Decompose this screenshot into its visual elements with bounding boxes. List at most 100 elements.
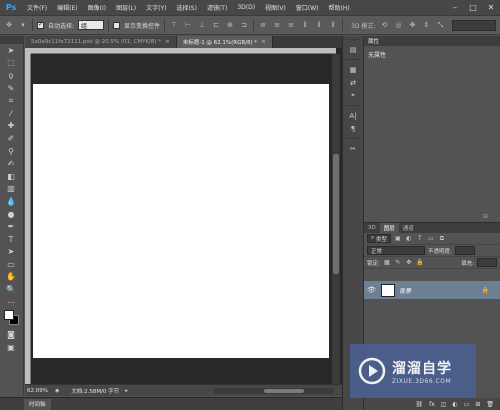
- quick-mask-icon[interactable]: ◙: [0, 328, 22, 341]
- align-top-icon[interactable]: ⊤: [169, 20, 179, 30]
- distribute-top-icon[interactable]: ≡: [258, 20, 268, 30]
- brush-tool-icon[interactable]: ✐: [0, 132, 22, 145]
- clone-stamp-tool-icon[interactable]: ⚲: [0, 145, 22, 158]
- tab-timeline[interactable]: 时间轴: [24, 398, 51, 410]
- character-panel-icon[interactable]: A|: [343, 109, 363, 122]
- distribute-bottom-icon[interactable]: ≡: [286, 20, 296, 30]
- maximize-button[interactable]: □: [464, 0, 482, 16]
- distribute-left-icon[interactable]: ⦀: [300, 20, 310, 30]
- healing-brush-tool-icon[interactable]: ✚: [0, 120, 22, 133]
- tab-3d[interactable]: 3D: [364, 223, 380, 233]
- scrollbar-thumb[interactable]: [333, 154, 339, 274]
- align-right-icon[interactable]: ⊐: [239, 20, 249, 30]
- filter-pixel-icon[interactable]: ▣: [394, 235, 402, 243]
- history-panel-icon[interactable]: ▤: [343, 43, 363, 56]
- menu-3d[interactable]: 3D(D): [232, 4, 260, 11]
- tab-document-1[interactable]: 5a0a9c11fe72111.psd @ 20.5% (01, CMYK/8)…: [25, 36, 177, 48]
- quick-select-tool-icon[interactable]: ✎: [0, 82, 22, 95]
- more-tools-icon[interactable]: ⋯: [0, 296, 22, 309]
- zoom-level[interactable]: 62.09%: [27, 388, 49, 394]
- scrollbar-thumb[interactable]: [264, 388, 304, 393]
- lock-position-icon[interactable]: ✥: [405, 259, 413, 267]
- delete-layer-icon[interactable]: 🗑: [486, 401, 494, 408]
- screen-mode-icon[interactable]: ▣: [0, 341, 22, 354]
- tab-layers[interactable]: 图层: [379, 223, 399, 233]
- layer-style-icon[interactable]: fx: [429, 401, 435, 408]
- hand-tool-icon[interactable]: ✋: [0, 271, 22, 284]
- filter-smart-object-icon[interactable]: ⧉: [438, 235, 446, 243]
- close-icon[interactable]: ×: [165, 39, 170, 45]
- filter-adjustment-icon[interactable]: ◐: [405, 235, 413, 243]
- menu-select[interactable]: 选择(S): [171, 3, 202, 12]
- layer-row[interactable]: 👁 背景 🔒: [364, 281, 500, 299]
- tool-preset-chevron-icon[interactable]: ▾: [18, 20, 28, 30]
- align-hcenter-icon[interactable]: ⊕: [225, 20, 235, 30]
- menu-window[interactable]: 窗口(W): [291, 3, 324, 12]
- gradient-tool-icon[interactable]: ▥: [0, 183, 22, 196]
- pen-tool-icon[interactable]: ✒: [0, 220, 22, 233]
- blend-mode-dropdown[interactable]: 正常: [367, 246, 425, 255]
- vertical-scrollbar[interactable]: [332, 54, 340, 384]
- 3d-slide-icon[interactable]: ⇕: [421, 20, 431, 30]
- swatches-panel-icon[interactable]: ▦: [343, 63, 363, 76]
- eye-icon[interactable]: 👁: [367, 286, 377, 294]
- horizontal-scrollbar[interactable]: [214, 387, 334, 394]
- menu-edit[interactable]: 编辑(E): [52, 3, 82, 12]
- menu-help[interactable]: 帮助(H): [324, 3, 355, 12]
- tool-presets-panel-icon[interactable]: ✂: [343, 142, 363, 155]
- paragraph-panel-icon[interactable]: ¶: [343, 122, 363, 135]
- align-vcenter-icon[interactable]: ⊢: [183, 20, 193, 30]
- new-group-icon[interactable]: ▭: [464, 401, 470, 408]
- 3d-roll-icon[interactable]: ◎: [393, 20, 403, 30]
- crop-tool-icon[interactable]: ⌗: [0, 94, 22, 107]
- menu-file[interactable]: 文件(F): [22, 3, 52, 12]
- distribute-vcenter-icon[interactable]: ≡: [272, 20, 282, 30]
- history-brush-tool-icon[interactable]: ✍: [0, 157, 22, 170]
- workspace-dropdown[interactable]: [452, 19, 496, 31]
- add-mask-icon[interactable]: ◫: [441, 401, 447, 408]
- close-icon[interactable]: ×: [261, 39, 266, 45]
- auto-select-dropdown[interactable]: 组: [78, 20, 105, 30]
- distribute-right-icon[interactable]: ⦀: [328, 20, 338, 30]
- link-layers-icon[interactable]: ⛓: [415, 401, 423, 408]
- tab-document-2[interactable]: 未标题-1 @ 62.1%(RGB/8) * ×: [176, 36, 273, 48]
- filter-type-icon[interactable]: T: [416, 235, 424, 243]
- blur-tool-icon[interactable]: 💧: [0, 195, 22, 208]
- auto-select-checkbox[interactable]: [37, 21, 44, 29]
- lasso-tool-icon[interactable]: ϙ: [0, 69, 22, 82]
- close-button[interactable]: ✕: [482, 0, 500, 16]
- zoom-tool-icon[interactable]: 🔍: [0, 283, 22, 296]
- menu-filter[interactable]: 滤镜(T): [202, 3, 232, 12]
- lock-all-icon[interactable]: 🔒: [416, 259, 424, 267]
- align-left-icon[interactable]: ⊏: [211, 20, 221, 30]
- rectangle-tool-icon[interactable]: ▭: [0, 258, 22, 271]
- layer-filter-dropdown[interactable]: ⌕ 类型: [367, 234, 391, 243]
- status-menu-arrow-icon[interactable]: ▸: [125, 388, 128, 394]
- menu-view[interactable]: 视图(V): [260, 3, 291, 12]
- document-status-icon[interactable]: ◈: [55, 388, 59, 394]
- foreground-color-swatch[interactable]: [4, 310, 14, 321]
- tab-channels[interactable]: 通道: [399, 223, 418, 233]
- panel-grip[interactable]: [0, 36, 23, 44]
- properties-title[interactable]: 属性: [368, 37, 379, 45]
- path-select-tool-icon[interactable]: ➤: [0, 246, 22, 259]
- 3d-rotate-icon[interactable]: ⟲: [379, 20, 389, 30]
- filter-shape-icon[interactable]: ▭: [427, 235, 435, 243]
- opacity-input[interactable]: [454, 246, 475, 255]
- move-tool-icon[interactable]: ✥: [4, 20, 14, 30]
- menu-image[interactable]: 图像(I): [83, 3, 111, 12]
- distribute-hcenter-icon[interactable]: ⦀: [314, 20, 324, 30]
- panel-options-icon[interactable]: ⊞: [483, 213, 488, 220]
- fill-input[interactable]: [477, 258, 497, 267]
- adjustments-panel-icon[interactable]: ⇄: [343, 76, 363, 89]
- adjustment-layer-icon[interactable]: ◐: [452, 401, 457, 408]
- 3d-drag-icon[interactable]: ✥: [407, 20, 417, 30]
- eraser-tool-icon[interactable]: ◧: [0, 170, 22, 183]
- lock-transparency-icon[interactable]: ▦: [383, 259, 391, 267]
- canvas[interactable]: [33, 84, 329, 358]
- new-layer-icon[interactable]: ⊞: [475, 401, 480, 408]
- paths-panel-icon[interactable]: ⌖: [343, 89, 363, 102]
- eyedropper-tool-icon[interactable]: ⁄: [0, 107, 22, 120]
- align-bottom-icon[interactable]: ⊥: [197, 20, 207, 30]
- menu-type[interactable]: 文字(Y): [141, 3, 171, 12]
